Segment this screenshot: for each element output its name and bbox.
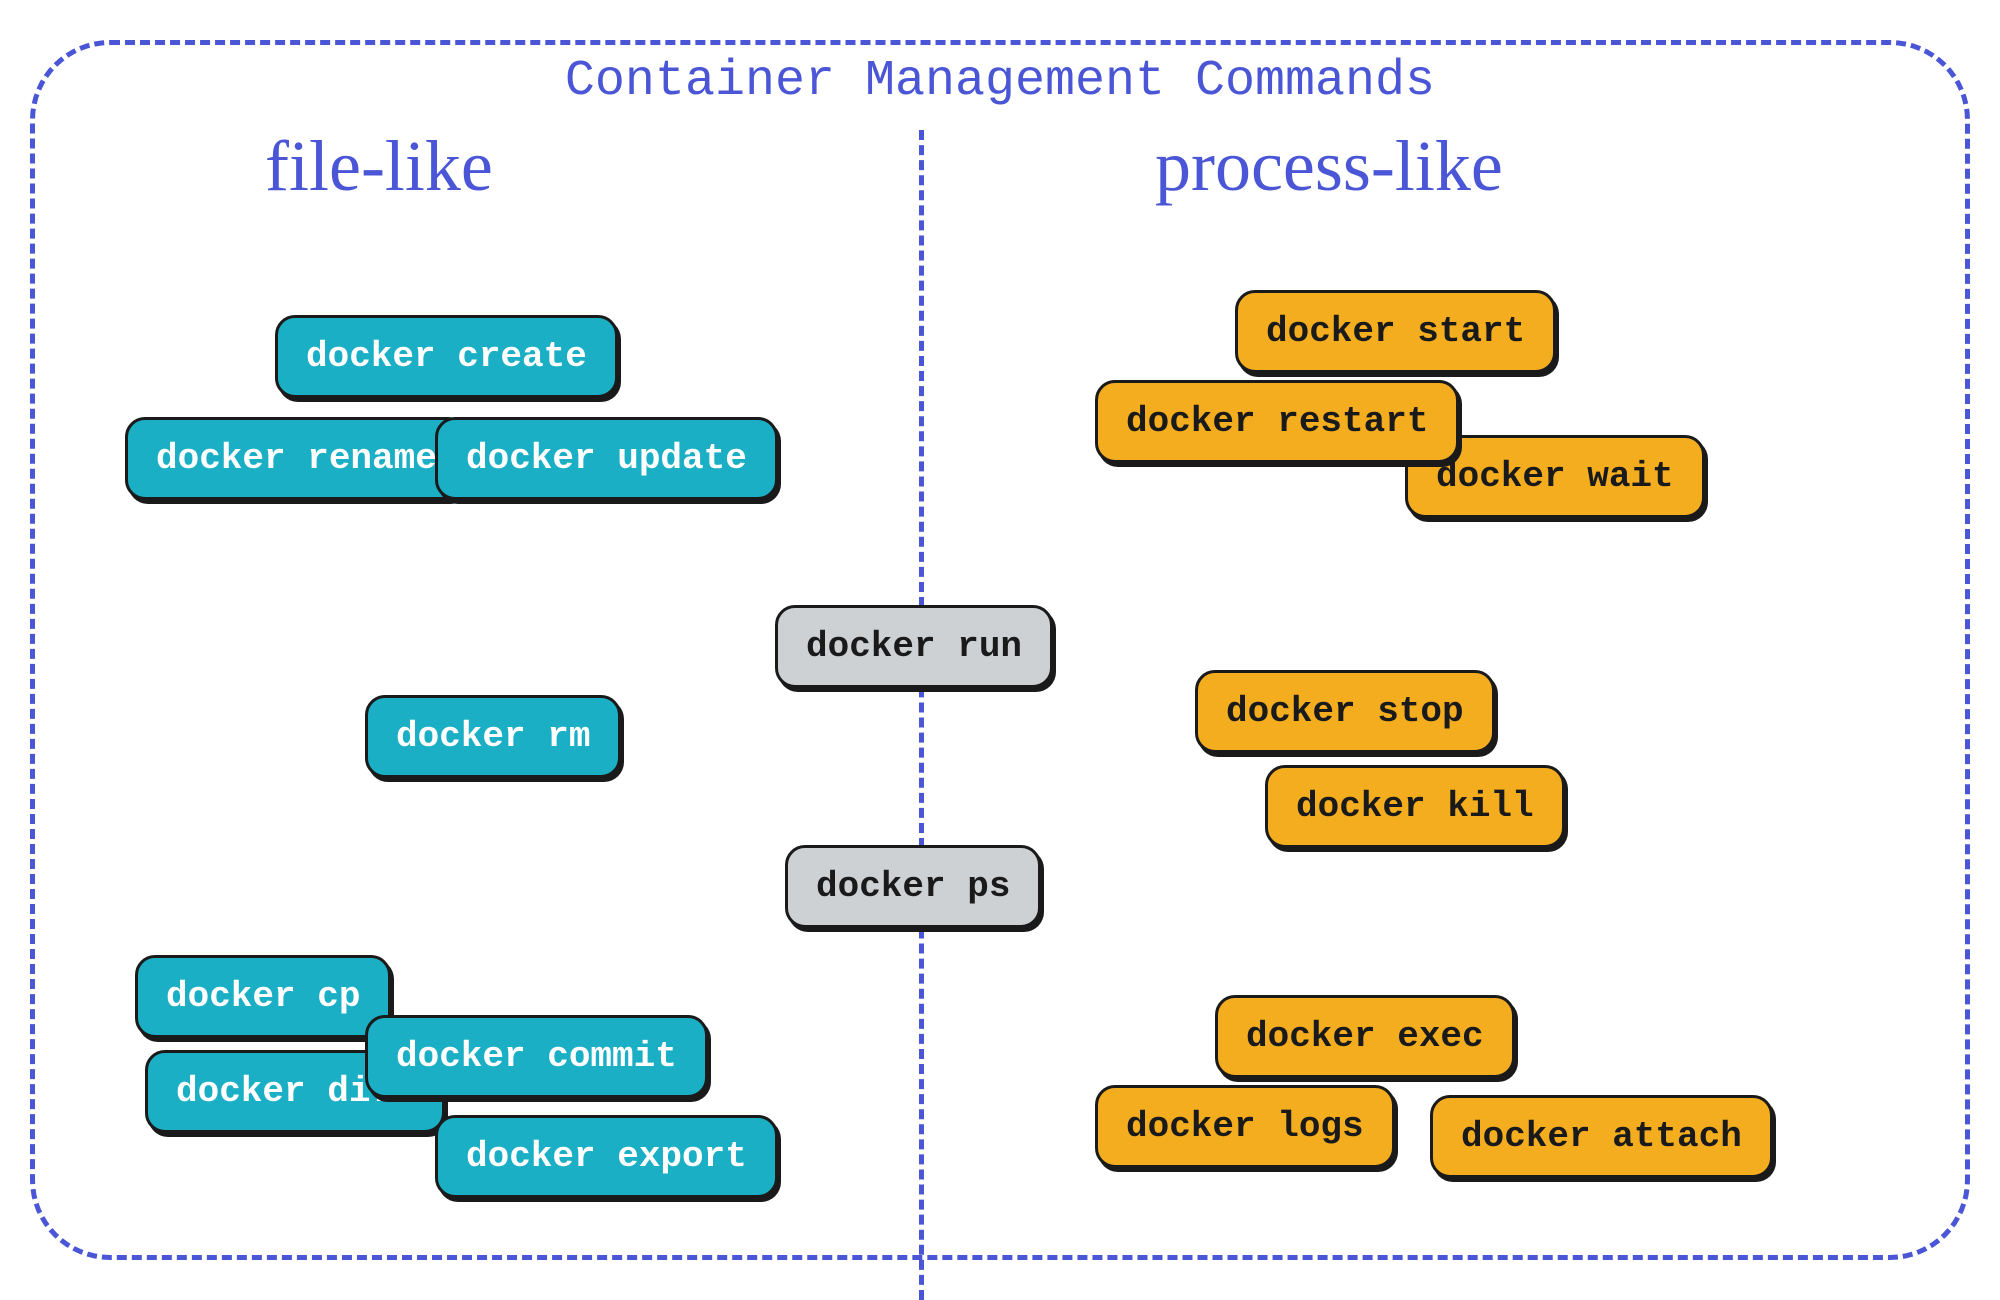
diagram-title: Container Management Commands [535, 53, 1465, 110]
cmd-docker-rm: docker rm [365, 695, 621, 778]
cmd-docker-rename: docker rename [125, 417, 468, 500]
cmd-docker-cp: docker cp [135, 955, 391, 1038]
cmd-docker-restart: docker restart [1095, 380, 1459, 463]
cmd-docker-run: docker run [775, 605, 1053, 688]
cmd-docker-export: docker export [435, 1115, 778, 1198]
section-title-process-like: process-like [1155, 125, 1503, 208]
cmd-docker-commit: docker commit [365, 1015, 708, 1098]
cmd-docker-attach: docker attach [1430, 1095, 1773, 1178]
cmd-docker-ps: docker ps [785, 845, 1041, 928]
diagram-container: Container Management Commands file-like … [30, 40, 1970, 1260]
cmd-docker-start: docker start [1235, 290, 1556, 373]
section-title-file-like: file-like [265, 125, 493, 208]
cmd-docker-create: docker create [275, 315, 618, 398]
vertical-divider [919, 130, 924, 1300]
cmd-docker-stop: docker stop [1195, 670, 1495, 753]
cmd-docker-update: docker update [435, 417, 778, 500]
cmd-docker-exec: docker exec [1215, 995, 1515, 1078]
cmd-docker-kill: docker kill [1265, 765, 1565, 848]
cmd-docker-logs: docker logs [1095, 1085, 1395, 1168]
